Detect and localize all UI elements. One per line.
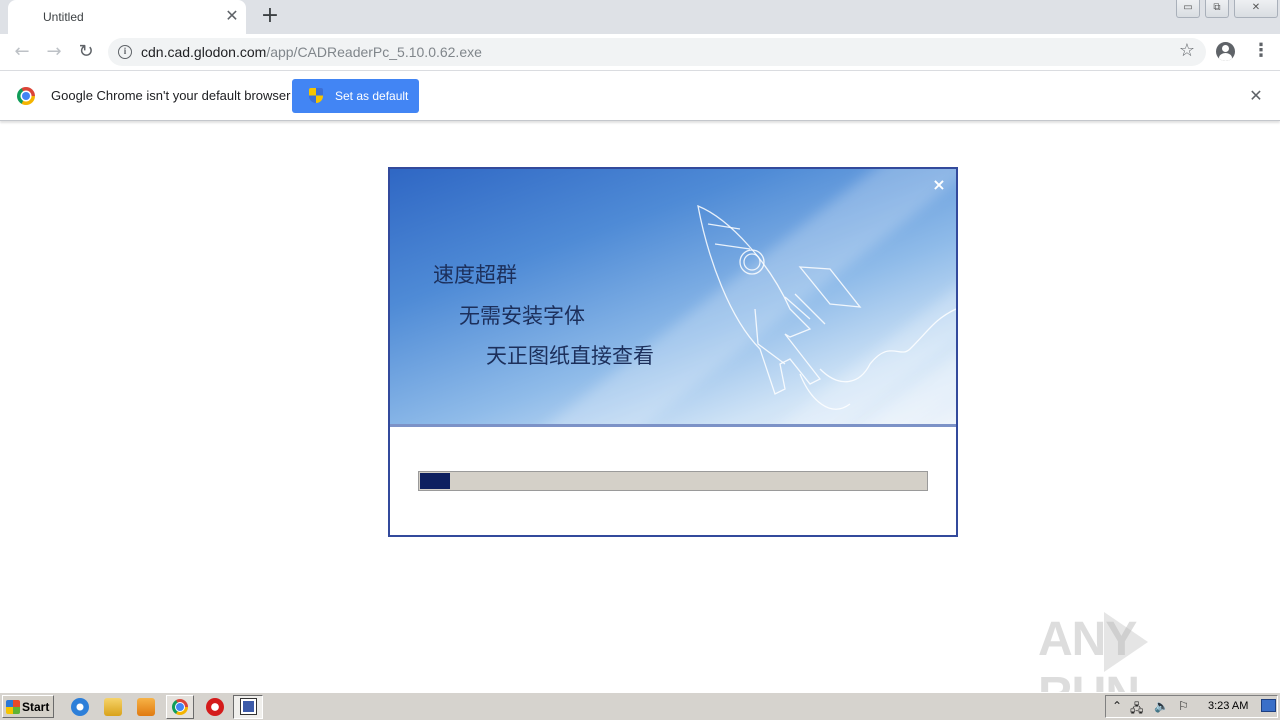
url-host: cdn.cad.glodon.com — [141, 44, 267, 60]
installer-banner: 速度超群 无需安装字体 天正图纸直接查看 × — [390, 169, 956, 424]
close-window-button[interactable]: ✕ — [1234, 0, 1278, 18]
taskbar-chrome-button[interactable] — [166, 695, 194, 719]
watermark-play-icon — [1104, 612, 1148, 672]
chrome-menu-icon[interactable]: ⋮ — [1252, 40, 1270, 62]
reload-button[interactable]: ↻ — [74, 40, 98, 64]
restore-button[interactable]: ⧉ — [1205, 0, 1229, 18]
show-hidden-icons-icon[interactable]: ⌃ — [1112, 699, 1122, 713]
bookmark-star-icon[interactable]: ☆ — [1178, 40, 1196, 62]
account-icon[interactable] — [1216, 42, 1235, 61]
set-as-default-label: Set as default — [335, 89, 409, 103]
banner-line-2: 无需安装字体 — [459, 304, 585, 328]
chrome-icon — [172, 699, 188, 715]
banner-line-3: 天正图纸直接查看 — [486, 344, 654, 368]
url-path: /app/CADReaderPc_5.10.0.62.exe — [266, 44, 482, 60]
forward-button[interactable]: → — [42, 40, 66, 64]
new-tab-button[interactable]: + — [259, 4, 281, 28]
default-browser-infobar: Google Chrome isn't your default browser… — [0, 71, 1280, 121]
taskbar-clock[interactable]: 3:23 AM — [1208, 700, 1248, 712]
tab-close-icon[interactable]: ✕ — [224, 7, 240, 25]
tab-title: Untitled — [43, 10, 84, 24]
minimize-button[interactable]: ▭ — [1176, 0, 1200, 18]
dialog-close-icon[interactable]: × — [932, 177, 946, 193]
internet-explorer-icon[interactable] — [71, 698, 89, 716]
taskbar: Start ⌃ 🖧 🔈 ⚐ 3:23 AM — [0, 692, 1280, 720]
rocket-illustration — [697, 204, 956, 410]
action-center-flag-icon[interactable]: ⚐ — [1178, 699, 1189, 713]
network-icon[interactable]: 🖧 — [1130, 699, 1143, 720]
banner-separator — [390, 424, 956, 427]
browser-tab[interactable]: Untitled ✕ — [8, 0, 246, 34]
windows-logo-icon — [6, 700, 20, 714]
show-desktop-icon[interactable] — [1261, 699, 1276, 712]
url-text[interactable]: cdn.cad.glodon.com/app/CADReaderPc_5.10.… — [141, 44, 482, 60]
installer-dialog: 速度超群 无需安装字体 天正图纸直接查看 × — [388, 167, 958, 537]
chrome-logo-icon — [17, 87, 35, 105]
media-player-icon[interactable] — [137, 698, 155, 716]
file-explorer-icon[interactable] — [104, 698, 122, 716]
install-progress-fill — [420, 473, 450, 489]
address-bar[interactable]: i cdn.cad.glodon.com/app/CADReaderPc_5.1… — [108, 38, 1206, 66]
start-label: Start — [22, 700, 50, 714]
opera-icon[interactable] — [206, 698, 224, 716]
infobar-message: Google Chrome isn't your default browser — [51, 88, 291, 103]
browser-toolbar: ← → ↻ i cdn.cad.glodon.com/app/CADReader… — [0, 34, 1280, 71]
system-tray: ⌃ 🖧 🔈 ⚐ — [1105, 695, 1278, 718]
banner-line-1: 速度超群 — [433, 263, 517, 287]
back-button[interactable]: ← — [10, 40, 34, 64]
start-button[interactable]: Start — [2, 695, 54, 718]
uac-shield-icon — [309, 88, 323, 103]
installer-app-icon — [240, 698, 257, 715]
install-progress-bar — [418, 471, 928, 491]
infobar-close-icon[interactable]: ✕ — [1247, 87, 1265, 105]
volume-icon[interactable]: 🔈 — [1154, 699, 1169, 713]
tab-strip: Untitled ✕ + ▭ ⧉ ✕ — [0, 0, 1280, 34]
site-info-icon[interactable]: i — [118, 45, 132, 59]
window-controls: ▭ ⧉ ✕ — [1176, 0, 1280, 18]
set-as-default-button[interactable]: Set as default — [292, 79, 419, 113]
taskbar-installer-button[interactable] — [233, 695, 263, 719]
